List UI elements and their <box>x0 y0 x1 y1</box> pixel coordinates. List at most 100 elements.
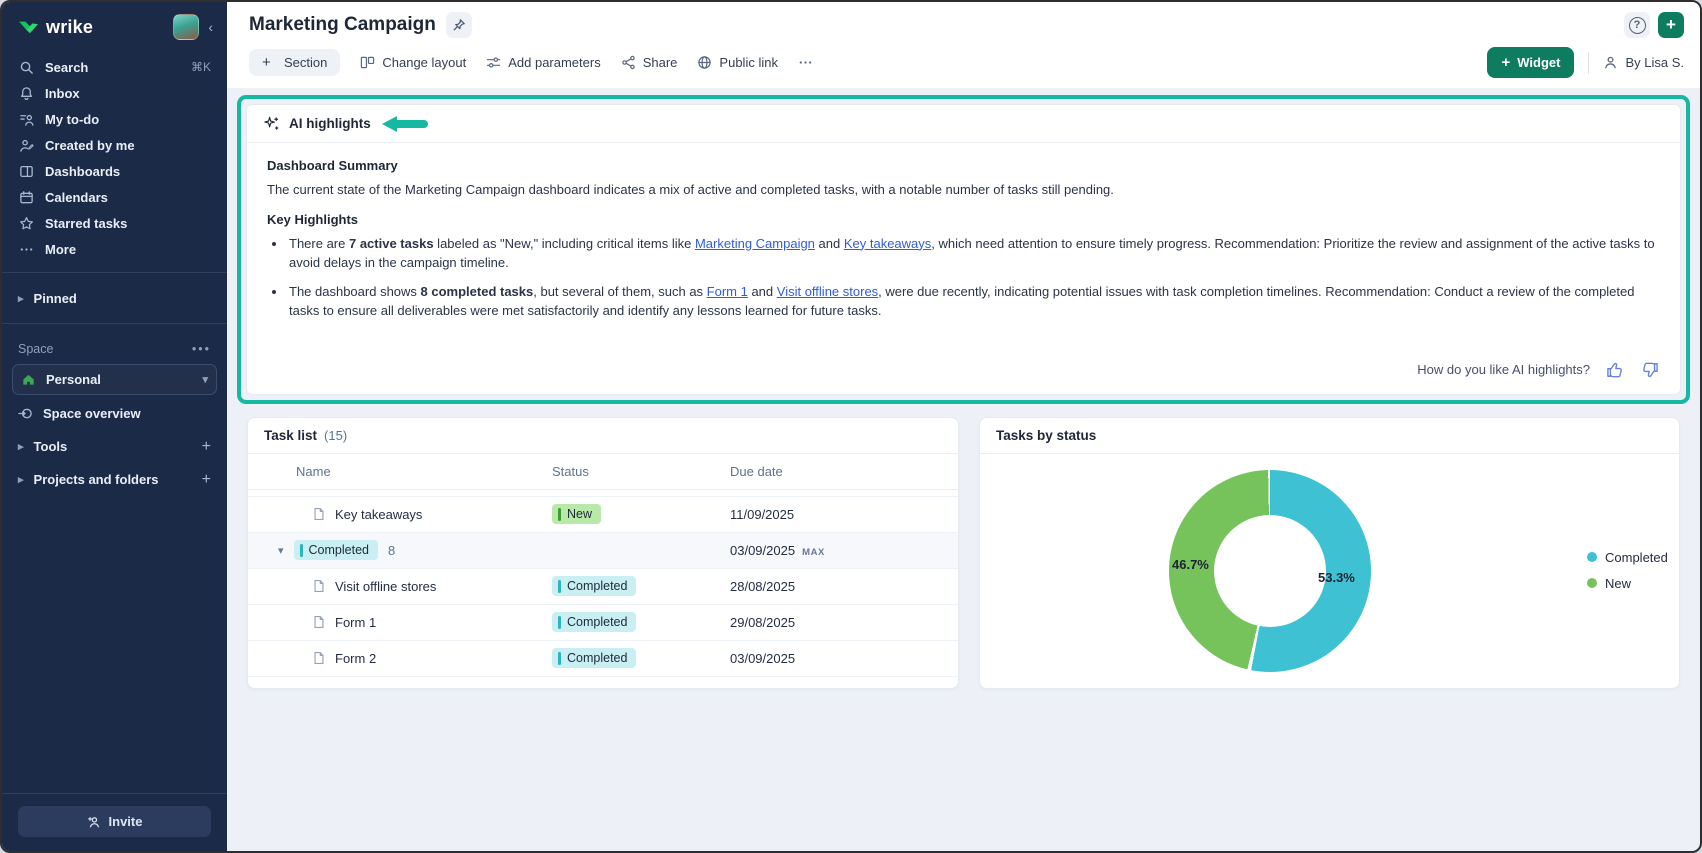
sidebar-item-created-by-me[interactable]: Created by me <box>2 132 227 158</box>
due-date: 11/09/2025 <box>730 507 958 522</box>
legend-item-new: New <box>1587 576 1668 591</box>
tasks-by-status-widget: Tasks by status 46.7% 53.3% Completed <box>979 417 1680 689</box>
table-spacer <box>248 490 958 497</box>
sidebar-collapse-icon[interactable]: ‹ <box>208 19 213 35</box>
chevron-right-icon: ▸ <box>18 292 24 305</box>
column-header-name[interactable]: Name <box>248 464 552 479</box>
table-row-visit-offline-stores[interactable]: Visit offline stores Completed 28/08/202… <box>248 569 958 605</box>
space-selector-personal[interactable]: Personal ▾ <box>12 364 217 395</box>
add-parameters-button[interactable]: Add parameters <box>486 55 601 70</box>
sidebar-item-label: Created by me <box>45 138 135 153</box>
ai-summary-text: The current state of the Marketing Campa… <box>267 180 1660 200</box>
sidebar-item-space-overview[interactable]: Space overview <box>2 397 227 430</box>
add-project-icon[interactable]: + <box>202 471 211 489</box>
main-area: Marketing Campaign ? + + Section <box>227 2 1700 851</box>
change-layout-button[interactable]: Change layout <box>360 55 466 70</box>
chevron-down-icon[interactable]: ▾ <box>278 544 284 557</box>
task-icon <box>312 579 326 593</box>
ai-highlights-annotation-box: AI highlights Dashboard Summary The curr… <box>237 95 1690 404</box>
column-header-status[interactable]: Status <box>552 464 730 479</box>
public-link-button[interactable]: Public link <box>697 55 778 70</box>
legend-dot-completed <box>1587 552 1597 562</box>
space-more-icon[interactable]: ••• <box>192 342 211 356</box>
ai-highlights-heading: Key Highlights <box>267 210 1660 230</box>
sidebar-item-calendars[interactable]: Calendars <box>2 184 227 210</box>
invite-button[interactable]: Invite <box>18 806 211 837</box>
space-section-title: Space <box>18 342 53 356</box>
thumbs-down-button[interactable] <box>1640 360 1660 380</box>
group-count: 8 <box>388 543 395 558</box>
table-group-row-completed[interactable]: ▾ Completed 8 03/09/2025MAX <box>248 533 958 569</box>
sidebar-item-dashboards[interactable]: Dashboards <box>2 158 227 184</box>
user-avatar[interactable] <box>173 14 199 40</box>
sidebar-item-label: Dashboards <box>45 164 120 179</box>
public-link-label: Public link <box>719 55 778 70</box>
question-icon: ? <box>1629 17 1646 34</box>
author-byline[interactable]: By Lisa S. <box>1603 55 1684 70</box>
task-list-widget: Task list (15) Name Status Due date Key … <box>247 417 959 689</box>
share-label: Share <box>643 55 678 70</box>
add-widget-button[interactable]: + Widget <box>1487 47 1574 78</box>
dashboard-icon <box>18 163 34 179</box>
sidebar: wrike ‹ Search ⌘K Inbox My to-do <box>2 2 227 851</box>
calendar-icon <box>18 189 34 205</box>
task-name[interactable]: Visit offline stores <box>335 579 436 594</box>
chevron-down-icon: ▾ <box>202 373 208 386</box>
space-overview-icon <box>18 406 33 421</box>
sidebar-divider <box>2 323 227 324</box>
link-marketing-campaign[interactable]: Marketing Campaign <box>695 236 815 251</box>
sidebar-item-starred-tasks[interactable]: Starred tasks <box>2 210 227 236</box>
sidebar-item-label: Projects and folders <box>34 472 159 487</box>
toolbar-more-button[interactable] <box>798 55 813 70</box>
sidebar-item-label: Calendars <box>45 190 108 205</box>
page-title: Marketing Campaign <box>249 14 436 36</box>
task-name[interactable]: Form 1 <box>335 615 376 630</box>
pin-button[interactable] <box>446 12 472 38</box>
search-shortcut: ⌘K <box>191 60 211 74</box>
link-visit-offline-stores[interactable]: Visit offline stores <box>777 284 878 299</box>
task-table-header: Name Status Due date <box>248 454 958 490</box>
byline-label: By Lisa S. <box>1625 55 1684 70</box>
sidebar-item-tools[interactable]: ▸ Tools + <box>2 430 227 463</box>
ai-highlight-item: There are 7 active tasks labeled as "New… <box>287 234 1660 273</box>
global-add-button[interactable]: + <box>1658 12 1684 38</box>
sidebar-item-projects-folders[interactable]: ▸ Projects and folders + <box>2 463 227 496</box>
due-date: 28/08/2025 <box>730 579 958 594</box>
task-name[interactable]: Form 2 <box>335 651 376 666</box>
ellipsis-icon <box>18 241 34 257</box>
add-section-label: Section <box>284 55 327 70</box>
add-section-button[interactable]: + Section <box>249 49 340 76</box>
table-row-key-takeaways[interactable]: Key takeaways New 11/09/2025 <box>248 497 958 533</box>
sidebar-item-search[interactable]: Search ⌘K <box>2 54 227 80</box>
add-tool-icon[interactable]: + <box>202 438 211 456</box>
sidebar-item-my-todo[interactable]: My to-do <box>2 106 227 132</box>
task-name[interactable]: Key takeaways <box>335 507 422 522</box>
table-row-form-2[interactable]: Form 2 Completed 03/09/2025 <box>248 641 958 677</box>
thumbs-up-button[interactable] <box>1605 360 1625 380</box>
plus-icon: + <box>1666 15 1676 35</box>
todo-list-icon <box>18 111 34 127</box>
status-badge-completed: Completed <box>552 612 636 632</box>
sidebar-item-pinned[interactable]: ▸ Pinned <box>2 283 227 313</box>
task-icon <box>312 615 326 629</box>
sidebar-item-more[interactable]: More <box>2 236 227 262</box>
table-row-form-1[interactable]: Form 1 Completed 29/08/2025 <box>248 605 958 641</box>
share-button[interactable]: Share <box>621 55 678 70</box>
status-badge-completed: Completed <box>294 540 378 560</box>
help-button[interactable]: ? <box>1624 12 1650 38</box>
ai-feedback-question: How do you like AI highlights? <box>1417 362 1590 377</box>
sidebar-nav: Search ⌘K Inbox My to-do Created by me D… <box>2 50 227 262</box>
divider <box>1588 52 1589 74</box>
pinned-label: Pinned <box>34 291 77 306</box>
task-list-count: (15) <box>324 428 347 443</box>
ai-highlights-list: There are 7 active tasks labeled as "New… <box>287 234 1660 321</box>
star-icon <box>18 215 34 231</box>
link-form-1[interactable]: Form 1 <box>707 284 748 299</box>
link-key-takeaways[interactable]: Key takeaways <box>844 236 931 251</box>
column-header-due-date[interactable]: Due date <box>730 464 958 479</box>
legend-label: Completed <box>1605 550 1668 565</box>
sidebar-item-inbox[interactable]: Inbox <box>2 80 227 106</box>
legend-label: New <box>1605 576 1631 591</box>
globe-icon <box>697 55 712 70</box>
wrike-logo[interactable]: wrike <box>18 17 93 38</box>
